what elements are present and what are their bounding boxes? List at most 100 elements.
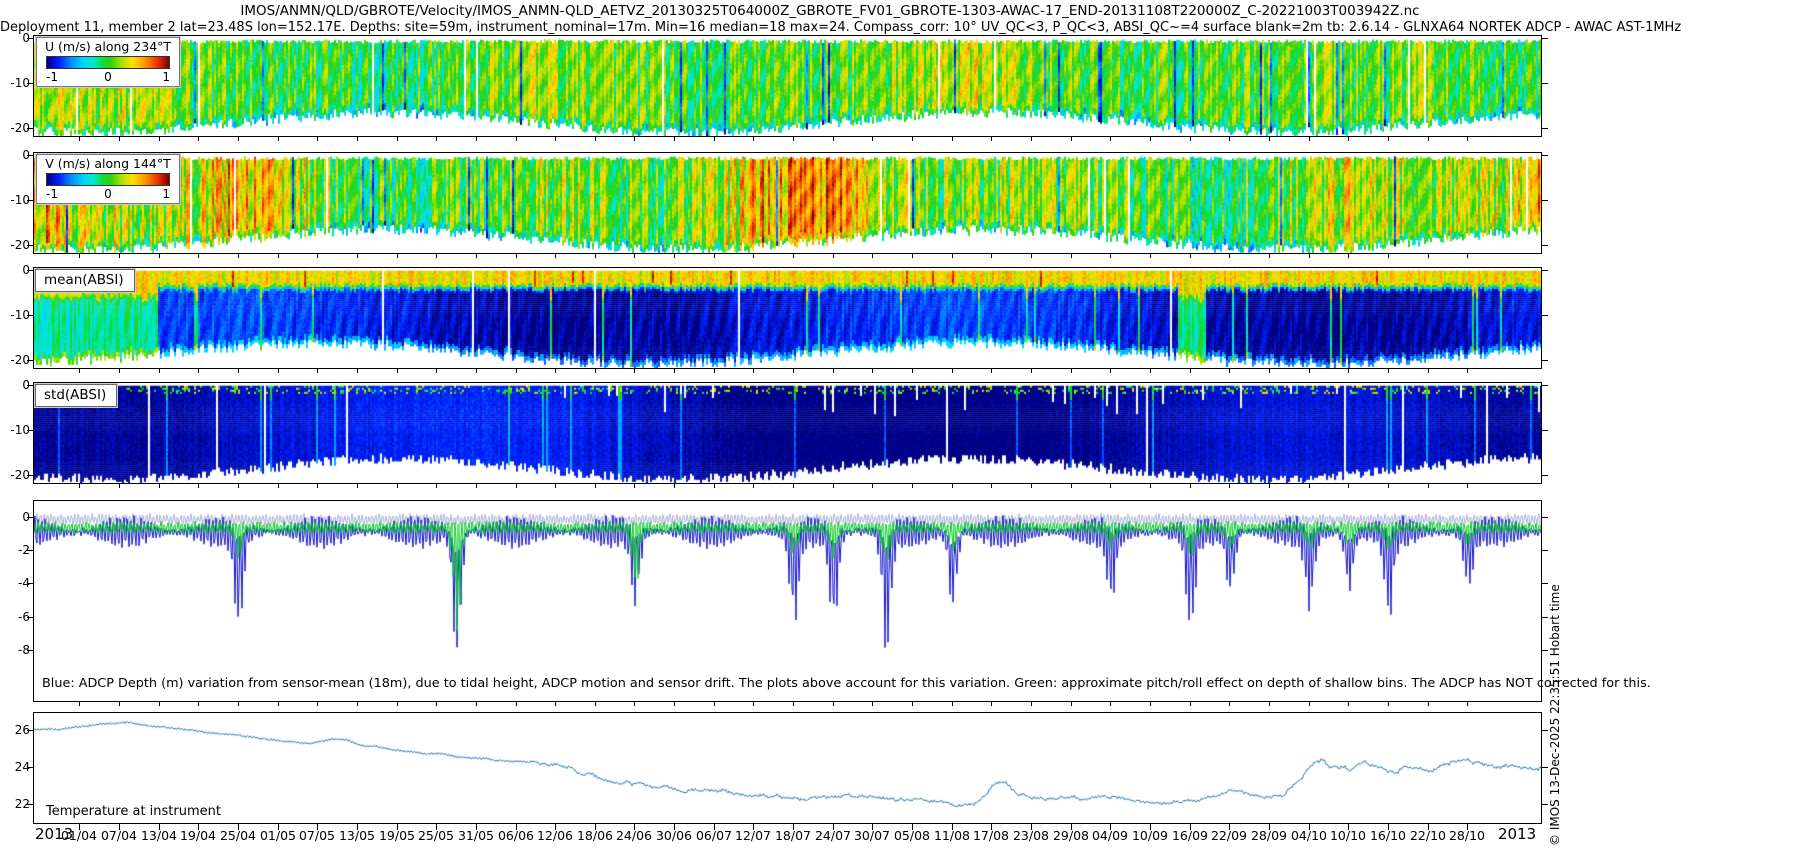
v-velocity-xtick-mark — [674, 254, 675, 258]
adcp-depth-xtick-mark — [278, 702, 279, 706]
adcp-depth-ytick-label: 0 — [2, 511, 30, 523]
std-absi-xtick-mark — [674, 484, 675, 488]
adcp-depth-xtick-mark — [1309, 702, 1310, 706]
u-velocity-xtick-mark — [119, 137, 120, 141]
mean-absi-plot — [33, 267, 1542, 369]
mean-absi-xtick-mark — [79, 369, 80, 373]
u-velocity-xtick-mark — [753, 137, 754, 141]
std-absi-xtick-mark — [1150, 484, 1151, 488]
v-velocity-xtick-mark — [1348, 254, 1349, 258]
adcp-depth-xtick-mark — [793, 702, 794, 706]
std-absi-xtick-mark — [1031, 484, 1032, 488]
u-velocity-xtick-mark — [595, 137, 596, 141]
std-absi-ytick-mark-right — [1542, 475, 1548, 476]
figure: IMOS/ANMN/QLD/GBROTE/Velocity/IMOS_ANMN-… — [0, 0, 1800, 850]
u-velocity-xtick-mark — [357, 137, 358, 141]
mean-absi-ytick-label: 0 — [2, 264, 30, 276]
std-absi-ytick-label: 0 — [2, 379, 30, 391]
v-velocity-ytick-mark-right — [1542, 155, 1548, 156]
std-absi-xtick-mark — [1269, 484, 1270, 488]
mean-absi-xtick-mark — [119, 369, 120, 373]
adcp-depth-xtick-mark — [833, 702, 834, 706]
mean-absi-ytick-mark-right — [1542, 270, 1548, 271]
mean-absi-ytick-mark-left — [27, 270, 33, 271]
std-absi-xtick-mark — [278, 484, 279, 488]
mean-absi-ytick-mark-left — [27, 315, 33, 316]
u-velocity-ytick-mark-right — [1542, 38, 1548, 39]
v-colorbar-ticks: -1 0 1 — [46, 187, 170, 201]
adcp-depth-xtick-mark — [238, 702, 239, 706]
mean-absi-xtick-mark — [1269, 369, 1270, 373]
u-velocity-xtick-mark — [397, 137, 398, 141]
std-absi-xtick-mark — [634, 484, 635, 488]
v-velocity-xtick-mark — [991, 254, 992, 258]
v-velocity-xtick-mark — [357, 254, 358, 258]
adcp-depth-ytick-mark-left — [27, 650, 33, 651]
adcp-depth-ytick-mark-right — [1542, 550, 1548, 551]
v-colorbar-tick-max: 1 — [162, 187, 170, 201]
mean-absi-xtick-mark — [278, 369, 279, 373]
v-velocity-xtick-mark — [555, 254, 556, 258]
adcp-depth-xtick-mark — [1110, 702, 1111, 706]
std-absi-ytick-mark-left — [27, 430, 33, 431]
u-velocity-xtick-mark — [1269, 137, 1270, 141]
v-velocity-xtick-mark — [1190, 254, 1191, 258]
std-absi-ytick-mark-right — [1542, 430, 1548, 431]
x-date-label: 28/10 — [1437, 828, 1497, 843]
adcp-depth-ytick-mark-left — [27, 617, 33, 618]
adcp-depth-xtick-mark — [872, 702, 873, 706]
std-absi-ytick-mark-right — [1542, 385, 1548, 386]
adcp-depth-xtick-mark — [317, 702, 318, 706]
v-velocity-xtick-mark — [278, 254, 279, 258]
mean-absi-xtick-mark — [198, 369, 199, 373]
temperature-ytick-label: 24 — [2, 761, 30, 773]
std-absi-xtick-mark — [872, 484, 873, 488]
mean-absi-xtick-mark — [1229, 369, 1230, 373]
v-velocity-xtick-mark — [793, 254, 794, 258]
adcp-depth-ytick-mark-left — [27, 517, 33, 518]
v-velocity-xtick-mark — [952, 254, 953, 258]
v-velocity-xtick-mark — [753, 254, 754, 258]
u-velocity-xtick-mark — [793, 137, 794, 141]
adcp-depth-xtick-mark — [1348, 702, 1349, 706]
mean-absi-xtick-mark — [1110, 369, 1111, 373]
std-absi-label: std(ABSI) — [35, 384, 117, 407]
adcp-depth-xtick-mark — [159, 702, 160, 706]
adcp-depth-xtick-mark — [1229, 702, 1230, 706]
mean-absi-xtick-mark — [357, 369, 358, 373]
adcp-depth-xtick-mark — [1150, 702, 1151, 706]
adcp-depth-xtick-mark — [1031, 702, 1032, 706]
mean-absi-xtick-mark — [159, 369, 160, 373]
std-absi-ytick-label: -20 — [2, 469, 30, 481]
u-velocity-xtick-mark — [1388, 137, 1389, 141]
adcp-depth-xtick-mark — [476, 702, 477, 706]
mean-absi-xtick-mark — [793, 369, 794, 373]
temperature-ytick-mark-left — [27, 730, 33, 731]
adcp-depth-xtick-mark — [714, 702, 715, 706]
u-colorbar-tick-max: 1 — [162, 70, 170, 84]
adcp-depth-xtick-mark — [991, 702, 992, 706]
u-velocity-xtick-mark — [714, 137, 715, 141]
mean-absi-xtick-mark — [1428, 369, 1429, 373]
v-velocity-xtick-mark — [714, 254, 715, 258]
adcp-depth-plot — [33, 500, 1542, 702]
u-velocity-xtick-mark — [278, 137, 279, 141]
adcp-depth-ytick-label: -6 — [2, 611, 30, 623]
mean-absi-xtick-mark — [872, 369, 873, 373]
mean-absi-ytick-label: -20 — [2, 354, 30, 366]
u-velocity-xtick-mark — [436, 137, 437, 141]
mean-absi-xtick-mark — [753, 369, 754, 373]
std-absi-plot — [33, 382, 1542, 484]
temperature-label: Temperature at instrument — [46, 804, 221, 819]
u-velocity-xtick-mark — [872, 137, 873, 141]
std-absi-xtick-mark — [1348, 484, 1349, 488]
v-colorbar-legend: V (m/s) along 144°T -1 0 1 — [36, 154, 180, 204]
v-velocity-xtick-mark — [595, 254, 596, 258]
temperature-ytick-label: 22 — [2, 798, 30, 810]
mean-absi-xtick-mark — [912, 369, 913, 373]
u-velocity-ytick-mark-left — [27, 38, 33, 39]
mean-absi-xtick-mark — [1071, 369, 1072, 373]
u-velocity-xtick-mark — [1229, 137, 1230, 141]
v-colorbar-gradient — [46, 173, 170, 186]
u-velocity-ytick-mark-right — [1542, 128, 1548, 129]
